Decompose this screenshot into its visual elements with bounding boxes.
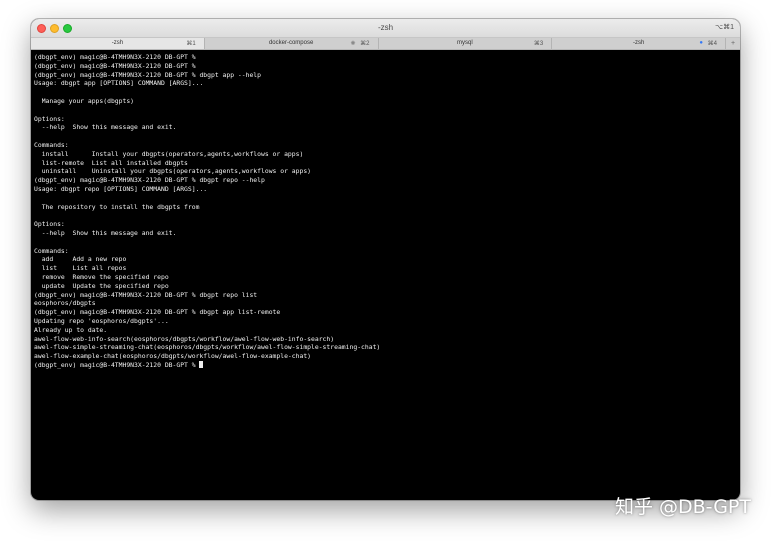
terminal-line: uninstall Uninstall your dbgpts(operator… <box>34 167 312 176</box>
terminal-line: install Install your dbgpts(operators,ag… <box>34 149 304 158</box>
terminal-line: Options: <box>34 220 65 229</box>
cursor <box>199 360 204 368</box>
terminal-line: (dbgpt_env) magic@B-4TMH9N3X-2120 DB-GPT… <box>34 61 200 70</box>
terminal-line: remove Remove the specified repo <box>34 272 169 281</box>
terminal-line: Already up to date. <box>34 325 108 334</box>
watermark: 知乎 @DB-GPT <box>614 496 751 518</box>
terminal-line: Commands: <box>34 140 69 149</box>
terminal-line: Usage: dbgpt app [OPTIONS] COMMAND [ARGS… <box>34 79 204 88</box>
terminal-line: list List all repos <box>34 264 127 273</box>
terminal-line: Manage your apps(dbgpts) <box>34 96 135 105</box>
window-title: -zsh <box>377 23 394 32</box>
terminal-line: --help Show this message and exit. <box>34 123 177 132</box>
terminal-output[interactable]: (dbgpt_env) magic@B-4TMH9N3X-2120 DB-GPT… <box>31 50 740 370</box>
terminal-line: (dbgpt_env) magic@B-4TMH9N3X-2120 DB-GPT… <box>34 53 200 61</box>
unread-dot-icon: ● <box>699 40 703 46</box>
terminal-line: add Add a new repo <box>34 255 127 264</box>
tab-bar: -zsh ⌘1 docker-compose ✺ ⌘2 mysql ⌘3 -zs… <box>31 38 740 50</box>
terminal-line: update Update the specified repo <box>34 281 169 290</box>
prompt-line[interactable]: (dbgpt_env) magic@B-4TMH9N3X-2120 DB-GPT… <box>34 360 740 370</box>
activity-spinner-icon: ✺ <box>350 41 356 47</box>
terminal-line: The repository to install the dbgpts fro… <box>34 202 200 211</box>
terminal-line: Commands: <box>34 246 69 255</box>
window-shortcut: ⌥⌘1 <box>715 24 734 31</box>
terminal-line: --help Show this message and exit. <box>34 228 177 237</box>
terminal-line: (dbgpt_env) magic@B-4TMH9N3X-2120 DB-GPT… <box>34 70 262 79</box>
tab-docker-compose[interactable]: docker-compose ✺ ⌘2 <box>205 38 379 49</box>
terminal-line: (dbgpt_env) magic@B-4TMH9N3X-2120 DB-GPT… <box>34 308 281 317</box>
new-tab-button[interactable]: + <box>726 38 740 49</box>
terminal-window: -zsh ⌥⌘1 -zsh ⌘1 docker-compose ✺ ⌘2 mys… <box>31 19 740 500</box>
terminal-line: awel-flow-web-info-search(eosphoros/dbgp… <box>34 334 335 343</box>
tab-label: mysql <box>457 40 473 46</box>
tab-zsh-4[interactable]: -zsh ● ⌘4 <box>552 38 726 49</box>
tab-mysql[interactable]: mysql ⌘3 <box>379 38 553 49</box>
tab-shortcut: ⌘4 <box>707 41 717 47</box>
tab-shortcut: ⌘2 <box>360 41 370 47</box>
tab-zsh-1[interactable]: -zsh ⌘1 <box>31 38 205 49</box>
terminal-line: awel-flow-example-chat(eosphoros/dbgpts/… <box>34 352 312 361</box>
terminal-line: (dbgpt_env) magic@B-4TMH9N3X-2120 DB-GPT… <box>34 290 258 299</box>
tab-label: -zsh <box>111 40 124 46</box>
terminal-line: (dbgpt_env) magic@B-4TMH9N3X-2120 DB-GPT… <box>34 176 265 185</box>
terminal-line: list-remote List all installed dbgpts <box>34 158 188 167</box>
title-bar[interactable]: -zsh ⌥⌘1 <box>31 19 740 38</box>
tab-shortcut: ⌘3 <box>533 41 544 47</box>
terminal-line: Options: <box>34 114 65 123</box>
prompt-text: (dbgpt_env) magic@B-4TMH9N3X-2120 DB-GPT… <box>34 360 200 369</box>
tab-shortcut: ⌘1 <box>186 41 196 47</box>
terminal-line: Usage: dbgpt repo [OPTIONS] COMMAND [ARG… <box>34 184 208 193</box>
terminal-line: awel-flow-simple-streaming-chat(eosphoro… <box>34 343 381 352</box>
terminal-line: Updating repo 'eosphoros/dbgpts'... <box>34 316 169 325</box>
terminal-line: eosphoros/dbgpts <box>34 299 96 308</box>
